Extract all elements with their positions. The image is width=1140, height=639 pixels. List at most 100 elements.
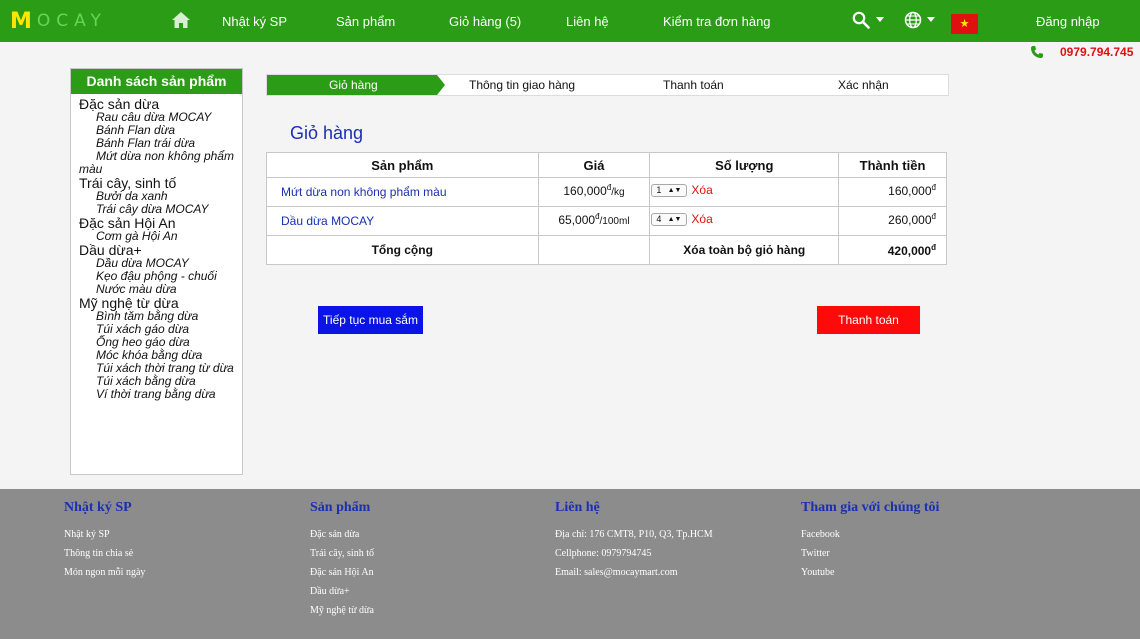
nav-diary[interactable]: Nhật ký SP [222, 14, 287, 29]
checkout-steps: Giỏ hàng Thông tin giao hàng Thanh toán … [266, 74, 949, 96]
footer-address: Địa chỉ: 176 CMT8, P10, Q3, Tp.HCM [555, 529, 713, 540]
category-list: Đặc sản dừa Rau câu dừa MOCAY Bánh Flan … [71, 94, 242, 401]
nav-products[interactable]: Sản phẩm [336, 14, 395, 29]
nav-contact[interactable]: Liên hệ [566, 14, 609, 29]
mocay-logo[interactable]: M OCAY [10, 8, 107, 34]
footer-link[interactable]: Nhật ký SP [64, 530, 145, 540]
clear-cart-link[interactable]: Xóa toàn bộ giỏ hàng [649, 235, 840, 265]
footer-heading: Liên hệ [555, 500, 600, 515]
category-hoi-an-specialties[interactable]: Đặc sản Hội An [79, 216, 242, 230]
price-cell: 65,000đ/100ml [537, 206, 651, 236]
column-header-subtotal: Thành tiền [838, 152, 947, 178]
search-icon[interactable] [852, 11, 870, 29]
select-arrows-icon: ▲▼ [667, 216, 682, 223]
nav-order-check[interactable]: Kiểm tra đơn hàng [663, 14, 771, 29]
price-value: 65,000 [558, 213, 596, 227]
chevron-down-icon[interactable] [876, 17, 884, 22]
phone-number: 0979.794.745 [1060, 45, 1134, 59]
footer-heading: Nhật ký SP [64, 500, 132, 515]
vietnam-flag-icon[interactable]: ★ [951, 14, 978, 34]
facebook-link[interactable]: Facebook [801, 530, 939, 540]
footer-column-products: Sản phẩm Đặc sản dừa Trái cây, sinh tố Đ… [310, 500, 374, 625]
footer: Nhật ký SP Nhật ký SP Thông tin chia sẻ … [0, 489, 1140, 639]
currency-symbol: đ [931, 212, 936, 221]
subtotal-value: 160,000 [888, 184, 932, 198]
phone-icon [1031, 46, 1043, 58]
quantity-cell: 4 ▲▼ Xóa [649, 206, 840, 236]
youtube-link[interactable]: Youtube [801, 568, 939, 578]
category-coconut-specialties[interactable]: Đặc sản dừa [79, 97, 242, 111]
quantity-cell: 1 ▲▼ Xóa [649, 177, 840, 207]
logo-letter: M [10, 8, 33, 34]
quantity-select[interactable]: 1 ▲▼ [651, 184, 688, 197]
delete-item-link[interactable]: Xóa [691, 183, 712, 197]
footer-cellphone[interactable]: Cellphone: 0979794745 [555, 549, 713, 559]
product-link[interactable]: Dầu dừa MOCAY [281, 214, 374, 228]
footer-link[interactable]: Thông tin chia sẻ [64, 549, 145, 559]
step-confirmation: Xác nhận [838, 78, 889, 92]
logo-text: OCAY [36, 11, 107, 31]
quantity-select[interactable]: 4 ▲▼ [651, 213, 688, 226]
price-unit: /100ml [599, 216, 630, 227]
grand-total-value: 420,000 [887, 243, 932, 258]
category-fruits-smoothies[interactable]: Trái cây, sinh tố [79, 176, 242, 190]
sidebar-title: Danh sách sản phẩm [71, 69, 242, 94]
table-row: Dầu dừa MOCAY 65,000đ/100ml 4 ▲▼ Xóa 260,0… [266, 206, 947, 236]
currency-symbol: đ [931, 183, 936, 192]
table-header-row: Sản phẩm Giá Số lượng Thành tiền [266, 152, 947, 178]
footer-link[interactable]: Mỹ nghệ từ dừa [310, 606, 374, 616]
sidebar-item[interactable]: Ví thời trang bằng dừa [79, 388, 242, 401]
footer-link[interactable]: Dầu dừa+ [310, 587, 374, 597]
price-cell: 160,000đ/kg [537, 177, 651, 207]
chevron-down-icon[interactable] [927, 17, 935, 22]
hotline[interactable]: 0979.794.745 [1030, 45, 1133, 59]
globe-icon[interactable] [904, 11, 922, 29]
quantity-value: 1 [656, 185, 662, 195]
nav-cart[interactable]: Giỏ hàng (5) [449, 14, 521, 29]
twitter-link[interactable]: Twitter [801, 549, 939, 559]
footer-column-diary: Nhật ký SP Nhật ký SP Thông tin chia sẻ … [64, 500, 145, 587]
checkout-button[interactable]: Thanh toán [817, 306, 920, 334]
step-shipping-info: Thông tin giao hàng [469, 78, 576, 92]
footer-link[interactable]: Trái cây, sinh tố [310, 549, 374, 559]
category-coconut-crafts[interactable]: Mỹ nghệ từ dừa [79, 296, 242, 310]
footer-heading: Tham gia với chúng tôi [801, 500, 940, 515]
category-coconut-oil[interactable]: Dầu dừa+ [79, 243, 242, 257]
footer-link[interactable]: Đặc sản dừa [310, 530, 374, 540]
total-label: Tổng cộng [266, 235, 539, 265]
page-title: Giỏ hàng [290, 123, 364, 143]
sidebar-item[interactable]: Mứt dừa non không phẩm màu [79, 150, 242, 176]
delete-item-link[interactable]: Xóa [691, 212, 712, 226]
subtotal-cell: 160,000đ [838, 177, 947, 207]
total-row: Tổng cộng Xóa toàn bộ giỏ hàng 420,000đ [266, 235, 947, 265]
footer-heading: Sản phẩm [310, 500, 371, 515]
column-header-price: Giá [537, 152, 651, 178]
select-arrows-icon: ▲▼ [667, 187, 682, 194]
footer-column-contact: Liên hệ Địa chỉ: 176 CMT8, P10, Q3, Tp.H… [555, 500, 713, 587]
top-navbar: M OCAY Nhật ký SP Sản phẩm Giỏ hàng (5) … [0, 0, 1140, 42]
page: M OCAY Nhật ký SP Sản phẩm Giỏ hàng (5) … [0, 0, 1140, 639]
continue-shopping-button[interactable]: Tiếp tục mua sắm [318, 306, 423, 334]
price-unit: /kg [611, 187, 625, 198]
cart-table: Sản phẩm Giá Số lượng Thành tiền Mứt dừa… [266, 152, 947, 265]
price-value: 160,000 [563, 184, 607, 198]
product-category-sidebar: Danh sách sản phẩm Đặc sản dừa Rau câu d… [70, 68, 243, 475]
subtotal-value: 260,000 [888, 213, 932, 227]
column-header-quantity: Số lượng [649, 152, 840, 178]
footer-column-social: Tham gia với chúng tôi Facebook Twitter … [801, 500, 939, 587]
empty-cell [537, 235, 651, 265]
quantity-value: 4 [656, 214, 662, 224]
subtotal-cell: 260,000đ [838, 206, 947, 236]
flag-star: ★ [959, 17, 970, 30]
grand-total-cell: 420,000đ [838, 235, 947, 265]
home-icon[interactable] [171, 11, 191, 29]
login-link[interactable]: Đăng nhập [1036, 14, 1100, 29]
product-link[interactable]: Mứt dừa non không phẩm màu [281, 185, 447, 199]
column-header-product: Sản phẩm [266, 152, 539, 178]
footer-link[interactable]: Đặc sản Hội An [310, 568, 374, 578]
table-row: Mứt dừa non không phẩm màu 160,000đ/kg 1… [266, 177, 947, 207]
step-payment: Thanh toán [663, 78, 724, 92]
step-cart: Giỏ hàng [329, 78, 378, 92]
footer-email[interactable]: Email: sales@mocaymart.com [555, 568, 713, 578]
footer-link[interactable]: Món ngon mỗi ngày [64, 568, 145, 578]
